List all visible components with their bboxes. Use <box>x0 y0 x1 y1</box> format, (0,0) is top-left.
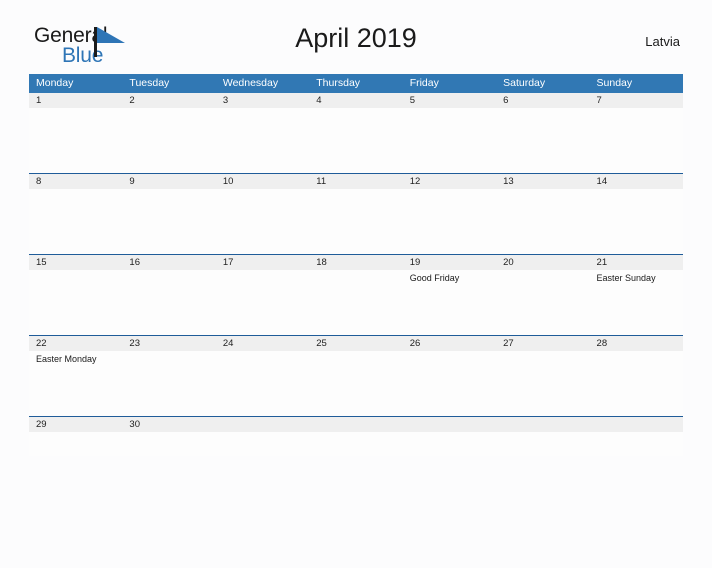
day-note[interactable] <box>496 108 589 173</box>
day-note[interactable] <box>216 189 309 254</box>
date-number[interactable] <box>590 417 683 432</box>
date-number[interactable]: 13 <box>496 174 589 189</box>
calendar-week-row: 15 16 17 18 19 20 21 Good Friday Easter … <box>29 254 683 335</box>
weekday-header-monday: Monday <box>36 77 74 89</box>
day-note[interactable] <box>29 108 122 173</box>
date-number[interactable]: 9 <box>122 174 215 189</box>
date-number[interactable]: 14 <box>590 174 683 189</box>
date-number[interactable]: 4 <box>309 93 402 108</box>
date-number[interactable]: 19 <box>403 255 496 270</box>
weekday-header-saturday: Saturday <box>503 77 546 89</box>
day-note[interactable] <box>216 432 309 456</box>
weekday-header-sunday: Sunday <box>596 77 633 89</box>
date-number[interactable]: 10 <box>216 174 309 189</box>
day-note[interactable] <box>590 351 683 416</box>
week-date-band: 15 16 17 18 19 20 21 <box>29 255 683 270</box>
date-number[interactable]: 25 <box>309 336 402 351</box>
date-number[interactable]: 2 <box>122 93 215 108</box>
date-number[interactable]: 20 <box>496 255 589 270</box>
date-number[interactable] <box>403 417 496 432</box>
date-number[interactable]: 3 <box>216 93 309 108</box>
date-number[interactable]: 1 <box>29 93 122 108</box>
date-number[interactable]: 22 <box>29 336 122 351</box>
day-note[interactable] <box>29 189 122 254</box>
calendar-grid: Monday Tuesday Wednesday Thursday Friday… <box>29 74 683 456</box>
calendar-page: General Blue April 2019 Latvia Monday Tu… <box>0 18 712 568</box>
day-note[interactable] <box>122 351 215 416</box>
day-note[interactable] <box>29 270 122 335</box>
day-note[interactable] <box>590 432 683 456</box>
day-note-easter-sunday[interactable]: Easter Sunday <box>590 270 683 335</box>
day-note[interactable] <box>496 351 589 416</box>
week-note-band: Good Friday Easter Sunday <box>29 270 683 335</box>
date-number[interactable]: 8 <box>29 174 122 189</box>
day-note[interactable] <box>122 108 215 173</box>
day-note[interactable] <box>122 432 215 456</box>
day-note[interactable] <box>122 270 215 335</box>
calendar-week-row: 29 30 <box>29 416 683 456</box>
week-note-band <box>29 432 683 456</box>
week-date-band: 8 9 10 11 12 13 14 <box>29 174 683 189</box>
date-number[interactable]: 29 <box>29 417 122 432</box>
day-note[interactable] <box>216 351 309 416</box>
day-note[interactable] <box>496 270 589 335</box>
date-number[interactable]: 6 <box>496 93 589 108</box>
day-note[interactable] <box>496 189 589 254</box>
date-number[interactable]: 26 <box>403 336 496 351</box>
page-header: General Blue April 2019 Latvia <box>29 18 683 74</box>
date-number[interactable]: 15 <box>29 255 122 270</box>
date-number[interactable]: 17 <box>216 255 309 270</box>
date-number[interactable]: 5 <box>403 93 496 108</box>
region-label: Latvia <box>645 34 680 49</box>
day-note[interactable] <box>29 432 122 456</box>
day-note[interactable] <box>403 351 496 416</box>
week-note-band <box>29 108 683 173</box>
day-note[interactable] <box>496 432 589 456</box>
day-note[interactable] <box>403 108 496 173</box>
day-note[interactable] <box>309 432 402 456</box>
week-note-band: Easter Monday <box>29 351 683 416</box>
date-number[interactable]: 11 <box>309 174 402 189</box>
day-note[interactable] <box>309 351 402 416</box>
day-note-easter-monday[interactable]: Easter Monday <box>29 351 122 416</box>
day-note[interactable] <box>309 189 402 254</box>
date-number[interactable]: 16 <box>122 255 215 270</box>
weekday-header-wednesday: Wednesday <box>222 77 279 89</box>
date-number[interactable]: 28 <box>590 336 683 351</box>
day-note[interactable] <box>309 108 402 173</box>
calendar-week-row: 8 9 10 11 12 13 14 <box>29 173 683 254</box>
date-number[interactable] <box>496 417 589 432</box>
day-note[interactable] <box>403 189 496 254</box>
day-note[interactable] <box>590 108 683 173</box>
weekday-header-row: Monday Tuesday Wednesday Thursday Friday… <box>29 74 683 93</box>
day-note[interactable] <box>216 270 309 335</box>
date-number[interactable]: 18 <box>309 255 402 270</box>
date-number[interactable]: 12 <box>403 174 496 189</box>
day-note[interactable] <box>403 432 496 456</box>
date-number[interactable]: 7 <box>590 93 683 108</box>
date-number[interactable]: 24 <box>216 336 309 351</box>
date-number[interactable]: 30 <box>122 417 215 432</box>
date-number[interactable] <box>216 417 309 432</box>
week-date-band: 1 2 3 4 5 6 7 <box>29 93 683 108</box>
day-note[interactable] <box>309 270 402 335</box>
weekday-header-tuesday: Tuesday <box>129 77 170 89</box>
day-note[interactable] <box>216 108 309 173</box>
calendar-week-row: 22 23 24 25 26 27 28 Easter Monday <box>29 335 683 416</box>
date-number[interactable] <box>309 417 402 432</box>
calendar-week-row: 1 2 3 4 5 6 7 <box>29 93 683 173</box>
weekday-header-thursday: Thursday <box>316 77 361 89</box>
week-date-band: 29 30 <box>29 417 683 432</box>
week-date-band: 22 23 24 25 26 27 28 <box>29 336 683 351</box>
day-note[interactable] <box>590 189 683 254</box>
page-title: April 2019 <box>295 23 417 53</box>
day-note[interactable] <box>122 189 215 254</box>
week-note-band <box>29 189 683 254</box>
date-number[interactable]: 21 <box>590 255 683 270</box>
date-number[interactable]: 27 <box>496 336 589 351</box>
day-note-good-friday[interactable]: Good Friday <box>403 270 496 335</box>
weekday-header-friday: Friday <box>409 77 439 89</box>
date-number[interactable]: 23 <box>122 336 215 351</box>
